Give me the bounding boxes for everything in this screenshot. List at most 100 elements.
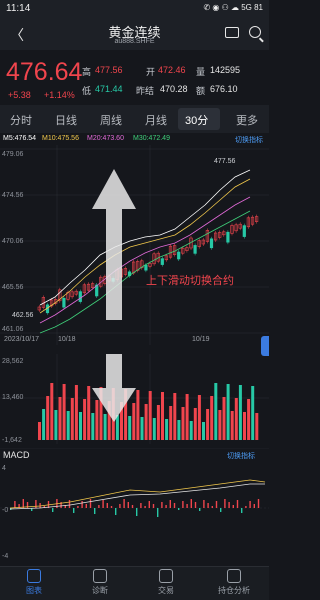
macd-bar — [215, 501, 218, 508]
macd-bar — [224, 499, 226, 508]
volume-bar — [173, 393, 177, 440]
swipe-hint: 上下滑动切换合约 — [146, 275, 234, 287]
tab-daily[interactable]: 日线 — [55, 112, 77, 128]
macd-bar — [253, 504, 255, 508]
volume-bar — [152, 418, 156, 440]
macd-bar — [73, 508, 75, 513]
volume-bar — [144, 404, 148, 440]
switch-indicator-button[interactable]: 切换指标 — [235, 135, 263, 145]
macd-bar — [52, 508, 54, 512]
volume-bar — [136, 390, 140, 440]
volume-bar — [206, 409, 210, 440]
volume-bar — [161, 392, 164, 440]
candlestick-chart[interactable]: 479.06 474.56 470.06 465.56 461.06 462.5… — [0, 145, 269, 345]
tab-intraday[interactable]: 分时 — [10, 112, 32, 128]
macd-bar — [169, 500, 171, 508]
volume-bar — [148, 391, 152, 440]
macd-bar — [165, 505, 167, 508]
macd-bar — [211, 506, 213, 508]
high-marker: 477.56 — [214, 158, 236, 165]
ma20-line — [39, 196, 251, 324]
macd-bar — [203, 500, 205, 508]
macd-bar — [241, 508, 243, 513]
macd-switch-button[interactable]: 切换指标 — [227, 451, 255, 460]
volume-bar — [181, 407, 185, 440]
volume-bar — [185, 394, 189, 440]
prev-label: 昨结 — [136, 86, 155, 96]
volume-bar — [222, 397, 226, 440]
status-bar: 11:14 ✆ ◉ ⚇ ☁ 5G 81 — [0, 0, 269, 18]
macd-bar — [178, 508, 180, 510]
volume-bar — [62, 384, 66, 440]
macd-bar — [186, 504, 188, 508]
volume-bar — [46, 396, 50, 440]
trade-icon — [159, 569, 173, 583]
volume-bar — [214, 383, 218, 440]
macd-bar — [157, 508, 159, 517]
macd-bar — [115, 508, 117, 515]
macd-bar — [182, 501, 184, 508]
macd-bar — [68, 500, 71, 508]
volume-bar — [156, 405, 160, 440]
tab-monthly[interactable]: 月线 — [145, 112, 167, 128]
macd-bar — [77, 506, 79, 508]
macd-chart[interactable]: MACD 切换指标 4 -0 -4 — [0, 448, 269, 563]
date-axis: 2023/10/17 10/18 10/19 — [0, 336, 269, 346]
y-tick-2: 474.56 — [2, 192, 24, 199]
nav-trade-label: 交易 — [158, 586, 174, 595]
page-subtitle: au888.SHFE — [114, 38, 155, 45]
macd-bar — [207, 503, 209, 508]
macd-bar — [257, 499, 260, 508]
volume-bar — [91, 413, 95, 440]
quote-panel: 476.64 +5.38 +1.14% 高 477.56 低 471.44 开 … — [0, 50, 269, 105]
macd-bar — [123, 499, 125, 508]
macd-bar — [140, 503, 142, 508]
volume-bar — [115, 415, 119, 440]
macd-bar — [232, 505, 234, 508]
volume-bar — [193, 408, 197, 440]
date-label-3: 10/19 — [192, 336, 210, 343]
macd-bar — [131, 505, 134, 508]
low-label: 低 — [82, 86, 92, 96]
macd-tick-bottom: -4 — [2, 553, 8, 560]
volume-bar — [83, 399, 87, 440]
open-label: 开 — [146, 67, 156, 77]
nav-trade[interactable]: 交易 — [136, 569, 196, 596]
volume-bar — [87, 386, 91, 440]
volume-chart[interactable]: 28,562 13,460 -1,642 — [0, 354, 269, 444]
nav-diagnose[interactable]: 诊断 — [70, 569, 130, 596]
volume-bar — [42, 409, 46, 440]
high-label: 高 — [82, 67, 92, 77]
volume-bar — [169, 406, 173, 440]
status-time: 11:14 — [6, 3, 31, 14]
volume-bar — [255, 413, 259, 440]
nav-chart[interactable]: 图表 — [4, 569, 64, 596]
tab-more[interactable]: 更多 — [236, 112, 258, 128]
tab-weekly[interactable]: 周线 — [100, 112, 122, 128]
macd-bar — [127, 502, 129, 508]
macd-bar — [85, 504, 87, 508]
macd-bar — [194, 502, 197, 508]
macd-tick-top: 4 — [2, 465, 6, 472]
nav-position[interactable]: 持仓分析 — [204, 569, 264, 596]
macd-label: MACD — [3, 450, 30, 460]
volume-bar — [247, 399, 251, 440]
side-collapse-tab[interactable] — [261, 336, 269, 356]
search-icon[interactable] — [249, 26, 261, 38]
volume-bar — [140, 417, 144, 440]
volume-bar — [238, 385, 242, 440]
amount-label: 额 — [196, 86, 206, 96]
ma10-label: M10:475.56 — [42, 135, 79, 142]
volume-bar — [128, 416, 132, 440]
vol-tick-bottom: -1,642 — [2, 437, 22, 444]
macd-bar — [94, 508, 96, 514]
screen-icon[interactable] — [225, 27, 239, 38]
macd-bar — [228, 502, 230, 508]
tab-30min[interactable]: 30分 — [185, 112, 208, 128]
ma10-line — [39, 178, 251, 314]
vol-tick-mid: 13,460 — [2, 394, 24, 401]
macd-bar — [236, 500, 239, 508]
volume-bar — [197, 395, 201, 440]
macd-bar — [110, 506, 113, 508]
volume-bar — [70, 398, 74, 440]
